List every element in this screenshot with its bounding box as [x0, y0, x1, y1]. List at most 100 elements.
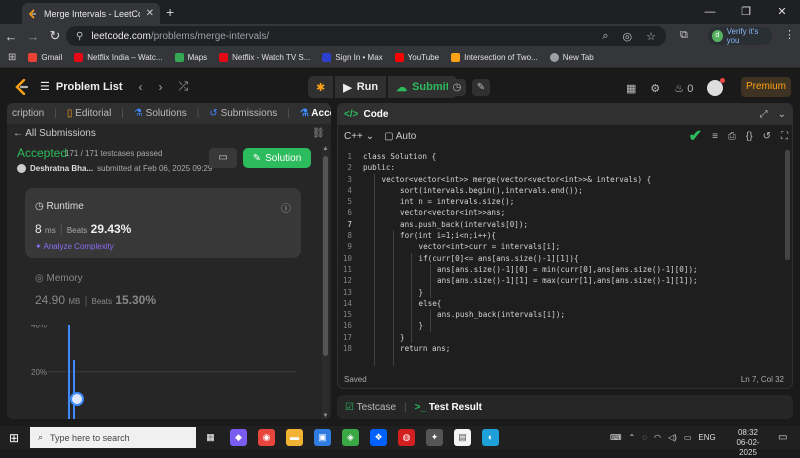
distribution-bar[interactable]	[73, 360, 75, 419]
tab-submissions[interactable]: ↺ Submissions	[209, 108, 277, 119]
left-scrollbar[interactable]: ▲ ▼	[322, 146, 329, 419]
bookmark-intersection[interactable]: Intersection of Two...	[451, 53, 538, 62]
code-line[interactable]: 1 class Solution {	[338, 151, 788, 162]
streak-fire-icon[interactable]: ♨ 0	[674, 82, 693, 95]
code-line[interactable]: 11 ans[ans.size()-1][0] = min(curr[0],ans…	[338, 264, 788, 275]
language-select[interactable]: C++ ⌄	[344, 131, 374, 142]
volume-icon[interactable]: ◁)	[668, 433, 677, 442]
list-icon[interactable]: ☰	[40, 80, 50, 93]
autocomplete-toggle[interactable]: ▢ Auto	[384, 131, 416, 142]
battery-icon[interactable]: ▭	[684, 433, 692, 442]
code-line[interactable]: 3 vector<vector<int>> merge(vector<vector…	[338, 174, 788, 185]
reload-button[interactable]: ↻	[44, 28, 66, 44]
eye-off-icon[interactable]: ◎	[623, 30, 633, 43]
code-line[interactable]: 15 ans.push_back(intervals[i]);	[338, 309, 788, 320]
bookmark-gmail[interactable]: Gmail	[28, 53, 62, 62]
code-line[interactable]: 6 vector<vector<int>>ans;	[338, 207, 788, 218]
share-link-icon[interactable]: ⛓	[312, 128, 325, 139]
url-text[interactable]: leetcode.com/problems/merge-intervals/	[91, 31, 588, 42]
problem-list-link[interactable]: Problem List	[56, 81, 123, 93]
app-green-icon[interactable]: ◈	[342, 429, 359, 446]
bookmark-maps[interactable]: Maps	[174, 53, 207, 62]
taskbar-clock[interactable]: 08:32 06-02-2025	[730, 428, 766, 458]
new-tab-button[interactable]: +	[166, 4, 174, 20]
verify-profile-chip[interactable]: d Verify it's you	[708, 27, 772, 45]
code-line[interactable]: 13}	[338, 287, 788, 298]
notification-icon[interactable]: ▭	[778, 432, 787, 443]
notepad-icon[interactable]: ▤	[454, 429, 471, 446]
code-line[interactable]: 16}	[338, 320, 788, 331]
language-indicator[interactable]: ENG	[698, 433, 715, 442]
site-info-icon[interactable]: ⚲	[76, 31, 83, 42]
browser-tab[interactable]: Merge Intervals - LeetCode ✕	[22, 3, 160, 24]
author-name[interactable]: Deshratna Bha...	[30, 164, 93, 173]
app-red-icon[interactable]: ◍	[398, 429, 415, 446]
minimize-button[interactable]: —	[692, 0, 728, 24]
format-icon[interactable]: ≡	[712, 131, 718, 142]
task-view-icon[interactable]: ▦	[202, 429, 219, 446]
keyboard-icon[interactable]: ⌨	[610, 433, 622, 442]
debug-button[interactable]: ✱	[308, 76, 334, 98]
tab-editorial[interactable]: ▯ Editorial	[67, 108, 111, 119]
collapse-icon[interactable]: ⌄	[778, 109, 786, 120]
app-mixed-icon[interactable]: ✦	[426, 429, 443, 446]
code-line[interactable]: 17}	[338, 332, 788, 343]
your-submission-marker[interactable]	[70, 392, 84, 406]
code-editor[interactable]: 1 class Solution {2 public: 3 vector<vector<…	[338, 151, 788, 366]
distribution-chart[interactable]: 40% 20%	[7, 325, 307, 419]
info-icon[interactable]: ⓘ	[281, 200, 291, 215]
bookmark-youtube[interactable]: YouTube	[394, 53, 439, 62]
prev-problem-icon[interactable]: ‹	[139, 80, 143, 94]
braces-icon[interactable]: {}	[746, 131, 753, 142]
tab-close-icon[interactable]: ✕	[146, 8, 154, 19]
tab-description[interactable]: cription	[12, 108, 44, 119]
code-line[interactable]: 14 else{	[338, 298, 788, 309]
leetcode-logo-icon[interactable]	[14, 79, 30, 95]
fullscreen-icon[interactable]: ⛶	[781, 131, 788, 142]
file-explorer-icon[interactable]: ▬	[286, 429, 303, 446]
tab-accepted[interactable]: ⚗ Accepted ✕	[300, 108, 331, 119]
code-line[interactable]: 7 ans.push_back(intervals[0]);	[338, 219, 788, 230]
notes-icon[interactable]: ✎	[472, 79, 490, 96]
chevron-up-icon[interactable]: ⌃	[629, 433, 636, 442]
shuffle-icon[interactable]: ⤮	[179, 79, 189, 94]
back-button[interactable]: ←	[0, 29, 22, 44]
copilot-icon[interactable]: ◆	[230, 429, 247, 446]
taskbar-search[interactable]: ⌕ Type here to search	[30, 427, 196, 448]
run-button[interactable]: ▶ Run	[335, 76, 387, 98]
tab-solutions[interactable]: ⚗ Solutions	[134, 108, 187, 119]
store-icon[interactable]: ▣	[314, 429, 331, 446]
editorial-button[interactable]: ▭	[209, 148, 237, 168]
settings-gear-icon[interactable]: ⚙	[650, 82, 660, 95]
next-problem-icon[interactable]: ›	[159, 80, 163, 94]
submit-button[interactable]: ☁ Submit	[388, 76, 458, 98]
address-bar[interactable]: ⚲ leetcode.com/problems/merge-intervals/…	[66, 26, 666, 46]
author-avatar[interactable]	[17, 164, 26, 173]
network-icon[interactable]: ◌	[642, 433, 647, 442]
windows-start-icon[interactable]: ⊞	[0, 431, 28, 445]
timer-icon[interactable]: ◷	[448, 79, 466, 96]
bookmark-new-tab[interactable]: New Tab	[549, 53, 594, 62]
extensions-icon[interactable]: ⧉	[680, 29, 688, 42]
premium-button[interactable]: Premium	[741, 77, 791, 97]
code-line[interactable]: 12 ans[ans.size()-1][1] = max(curr[1],ans…	[338, 275, 788, 286]
distribution-bar[interactable]	[68, 325, 70, 419]
editor-scrollbar[interactable]	[785, 150, 790, 260]
code-line[interactable]: 9 vector<int>curr = intervals[i];	[338, 241, 788, 252]
apps-grid-icon[interactable]: ⊞	[8, 52, 16, 63]
zoom-icon[interactable]: ⌕	[602, 30, 608, 43]
code-line[interactable]: 2 public:	[338, 162, 788, 173]
forward-button[interactable]: →	[22, 29, 44, 44]
reset-icon[interactable]: ↺	[763, 131, 771, 142]
bookmark-max[interactable]: Sign In • Max	[322, 53, 383, 62]
solution-button[interactable]: ✎ Solution	[243, 148, 311, 168]
bookmark-icon[interactable]: ⎙	[728, 131, 736, 142]
close-window-button[interactable]: ✕	[764, 0, 800, 24]
code-line[interactable]: 10 if(curr[0]<= ans[ans.size()-1][1]){	[338, 253, 788, 264]
layout-grid-icon[interactable]: ▦	[626, 82, 636, 95]
chrome-icon[interactable]: ◉	[258, 429, 275, 446]
scroll-thumb[interactable]	[323, 156, 328, 356]
user-avatar[interactable]	[707, 78, 726, 96]
scroll-down-icon[interactable]: ▼	[322, 413, 329, 419]
scroll-up-icon[interactable]: ▲	[322, 146, 329, 152]
